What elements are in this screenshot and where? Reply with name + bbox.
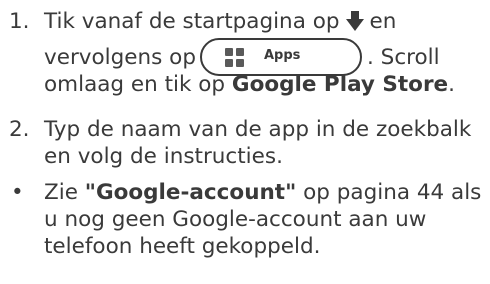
apps-grid-icon <box>225 48 244 67</box>
step-1-line-2-end: . Scroll <box>367 44 440 72</box>
google-account-reference: "Google-account" <box>84 180 297 205</box>
google-play-store-label: Google Play Store <box>231 72 449 97</box>
step-1-line-3: omlaag en tik op Google Play Store. <box>44 71 455 99</box>
step-number: 1. <box>9 9 30 34</box>
step-1-period: . <box>448 72 455 97</box>
step-1-text-down: omlaag en tik op <box>44 72 232 97</box>
note-text-start: Zie <box>44 180 85 205</box>
step-2-line-2: en volg de instructies. <box>44 144 283 169</box>
step-1-line-2: vervolgens op <box>44 44 196 72</box>
step-1-text-end: en <box>369 9 397 34</box>
step-number: 2. <box>9 117 30 142</box>
note-text-page: op pagina 44 als <box>296 180 482 205</box>
note-line-1: Zie "Google-account" op pagina 44 als <box>44 179 481 207</box>
apps-button-label: Apps <box>264 48 301 63</box>
step-1-text-start: Tik vanaf de startpagina op <box>44 9 340 34</box>
step-1-line-1: Tik vanaf de startpagina op en <box>44 8 396 36</box>
note-line-3: telefoon heeft gekoppeld. <box>44 234 321 259</box>
step-2-line-1: Typ de naam van de app in de zoekbalk <box>44 117 472 142</box>
bullet-marker: • <box>11 180 24 205</box>
note-line-2: u nog geen Google-account aan uw <box>44 207 427 232</box>
step-1-text-scroll: . Scroll <box>367 45 440 70</box>
step-1-text-then: vervolgens op <box>44 45 196 70</box>
down-arrow-icon <box>345 11 364 31</box>
instruction-step-1: 1. Tik vanaf de startpagina op en vervol… <box>0 0 490 130</box>
